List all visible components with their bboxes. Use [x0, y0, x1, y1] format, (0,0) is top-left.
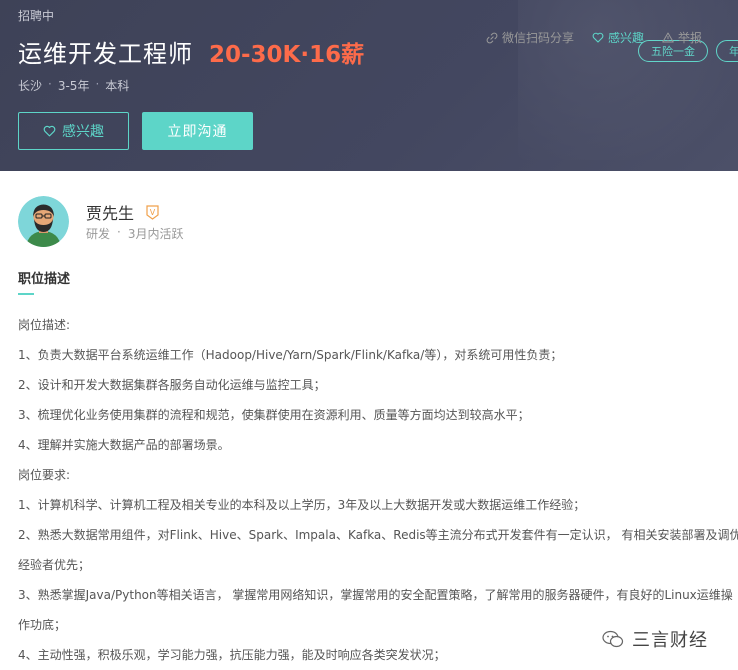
share-label: 微信扫码分享: [502, 31, 575, 45]
description-line: 1、计算机科学、计算机工程及相关专业的本科及以上学历，3年及以上大数据开发或大数…: [18, 498, 586, 512]
description-line: 经验者优先；: [18, 558, 91, 572]
description-line: 4、理解并实施大数据产品的部署场景。: [18, 438, 230, 452]
recruiter-name: 贾先生: [86, 204, 135, 223]
recruiter-meta: 研发 · 3月内活跃: [86, 225, 183, 242]
heart-icon: [43, 125, 56, 137]
wechat-logo-icon: [602, 630, 624, 648]
meta-separator: ·: [48, 77, 52, 91]
salary: 20-30K·16薪: [209, 42, 365, 68]
chat-now-button[interactable]: 立即沟通: [142, 112, 253, 150]
recruiter-activity: 3月内活跃: [127, 227, 184, 241]
verified-badge-text: V: [150, 208, 156, 217]
job-actions: 微信扫码分享 感兴趣 举报: [486, 29, 702, 46]
description-line: 3、梳理优化业务使用集群的流程和规范，使集群使用在资源利用、质量等方面均达到较高…: [18, 408, 530, 422]
job-meta: 长沙 · 3-5年 · 本科: [18, 77, 129, 94]
link-icon: [486, 32, 498, 43]
description-line: 2、设计和开发大数据集群各服务自动化运维与监控工具；: [18, 378, 326, 392]
recruiter-meta-separator: ·: [117, 225, 121, 239]
watermark: 三言财经: [602, 617, 738, 661]
report-button[interactable]: 举报: [662, 29, 702, 46]
experience: 3-5年: [57, 79, 90, 93]
warning-icon: [662, 32, 674, 43]
interested-action[interactable]: 感兴趣: [592, 29, 644, 46]
interested-button[interactable]: 感兴趣: [18, 112, 129, 150]
benefit-tag: 年: [716, 40, 738, 62]
watermark-text: 三言财经: [632, 630, 708, 651]
section-title: 职位描述: [18, 272, 71, 287]
description-line: 2、熟悉大数据常用组件，对Flink、Hive、Spark、Impala、Kaf…: [18, 528, 738, 542]
interested-label: 感兴趣: [62, 124, 104, 140]
description-line: 1、负责大数据平台系统运维工作（Hadoop/Hive/Yarn/Spark/F…: [18, 348, 563, 362]
recruiting-status: 招聘中: [18, 9, 55, 23]
recruiter-card: 贾先生 V 研发 · 3月内活跃: [18, 196, 738, 248]
job-description: 岗位描述: 1、负责大数据平台系统运维工作（Hadoop/Hive/Yarn/S…: [18, 310, 738, 670]
avatar[interactable]: [18, 196, 69, 247]
report-label: 举报: [678, 31, 703, 45]
verified-badge-icon: V: [146, 204, 159, 220]
interested-action-label: 感兴趣: [608, 31, 645, 45]
recruiter-role: 研发: [86, 227, 111, 241]
share-button[interactable]: 微信扫码分享: [486, 29, 574, 46]
description-line: 岗位要求:: [18, 468, 71, 482]
recruiter-name-row: 贾先生 V: [86, 200, 159, 224]
job-title: 运维开发工程师: [18, 40, 193, 68]
section-underline: [18, 293, 34, 295]
education: 本科: [105, 79, 130, 93]
location: 长沙: [18, 79, 43, 93]
description-line: 3、熟悉掌握Java/Python等相关语言， 掌握常用网络知识，掌握常用的安全…: [18, 588, 733, 602]
meta-separator: ·: [95, 77, 100, 91]
description-line: 岗位描述:: [18, 318, 71, 332]
title-row: 运维开发工程师 20-30K·16薪: [18, 34, 364, 69]
chat-now-label: 立即沟通: [167, 124, 228, 140]
recruiter-avatar-icon: [18, 196, 69, 247]
job-header: 招聘中 运维开发工程师 20-30K·16薪 长沙 · 3-5年 · 本科 感兴…: [0, 0, 738, 171]
heart-icon: [592, 32, 604, 43]
